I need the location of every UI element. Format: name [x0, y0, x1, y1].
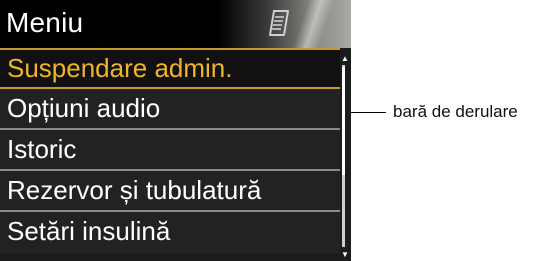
menu-item-optiuni-audio[interactable]: Opțiuni audio — [0, 89, 340, 130]
scroll-up-arrow-icon: ▲ — [341, 54, 349, 63]
scroll-down-arrow-icon: ▼ — [341, 250, 349, 259]
menu-item-label: Rezervor și tubulatură — [7, 175, 262, 205]
menu-item-suspendare-admin[interactable]: Suspendare admin. — [0, 48, 340, 89]
menu-list: Suspendare admin. Opțiuni audio Istoric … — [0, 48, 340, 253]
menu-header: Meniu — [0, 0, 351, 48]
annotation-line — [350, 112, 386, 113]
scrollbar[interactable]: ▲ ▼ — [340, 54, 349, 261]
scroll-thumb[interactable] — [342, 67, 345, 175]
pump-screen: Meniu Suspendare admin. Opțiuni audio Is… — [0, 0, 351, 261]
header-sheen — [289, 0, 337, 48]
document-icon — [269, 10, 289, 36]
annotation-label: bară de derulare — [393, 102, 518, 121]
page-title: Meniu — [6, 7, 84, 38]
menu-item-rezervor-tubulatura[interactable]: Rezervor și tubulatură — [0, 171, 340, 212]
menu-item-setari-insulina[interactable]: Setări insulină — [0, 212, 340, 253]
menu-item-istoric[interactable]: Istoric — [0, 130, 340, 171]
menu-item-label: Opțiuni audio — [7, 93, 161, 123]
menu-item-label: Setări insulină — [7, 216, 171, 246]
menu-item-label: Suspendare admin. — [7, 53, 233, 83]
menu-item-label: Istoric — [7, 134, 77, 164]
